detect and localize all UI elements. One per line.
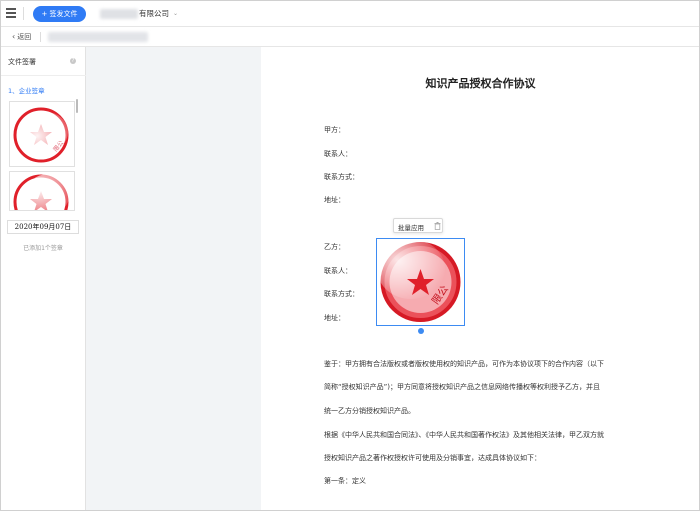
seal-thumbnail[interactable]: 限公: [9, 101, 75, 167]
chevron-left-icon: ‹: [12, 32, 16, 41]
signature-panel: 文件签署 ? 1、企业签章 限公 2020年09月07日 已添加1个签章: [0, 47, 86, 511]
batch-apply-button[interactable]: 批量应用: [398, 222, 424, 232]
section-label-company-seal: 1、企业签章: [8, 87, 45, 95]
placed-seal[interactable]: 限公: [376, 238, 465, 326]
menu-icon[interactable]: [6, 8, 16, 18]
body-paragraph-line: 鉴于：甲方拥有合法版权或者版权使用权的知识产品，可作为本协议项下的合作内容（以下: [324, 360, 604, 368]
scrollbar-thumb[interactable]: [76, 99, 78, 113]
body-paragraph-line: 授权知识产品之著作权授权许可使用及分销事宜，达成具体协议如下：: [324, 454, 541, 462]
body-paragraph-line: 第一条：定义: [324, 477, 366, 485]
document-page: 知识产品授权合作协议 甲方： 联系人： 联系方式： 地址： 乙方： 联系人： 联…: [261, 47, 700, 511]
party-a-contact-method-label: 联系方式：: [324, 173, 359, 181]
divider: [23, 7, 24, 20]
party-b-contact-method-label: 联系方式：: [324, 290, 359, 298]
company-seal-icon: [13, 174, 70, 210]
chevron-down-icon: ⌄: [173, 10, 179, 17]
sub-bar: ‹ 返回: [0, 27, 700, 47]
company-seal-icon: 限公: [377, 239, 461, 322]
document-title: 知识产品授权合作协议: [425, 77, 536, 90]
seal-thumbnail[interactable]: [9, 171, 75, 211]
send-file-button[interactable]: + 签发文件: [33, 6, 86, 22]
party-a-address-label: 地址：: [324, 196, 345, 204]
party-a-label: 甲方：: [324, 126, 345, 134]
top-bar: + 签发文件 有限公司 ⌄: [0, 0, 700, 27]
company-name-redacted: [100, 8, 138, 19]
seal-toolbar: 批量应用: [393, 218, 443, 233]
divider: [0, 75, 86, 76]
trash-icon[interactable]: [434, 222, 441, 230]
back-label: 返回: [17, 33, 32, 41]
seal-resize-handle[interactable]: [418, 328, 424, 334]
body-paragraph-line: 简称“授权知识产品”)；甲方同意将授权知识产品之信息网络传播权等权利授予乙方，并…: [324, 383, 600, 391]
back-button[interactable]: ‹ 返回: [12, 32, 31, 42]
help-icon[interactable]: ?: [70, 58, 76, 64]
party-b-address-label: 地址：: [324, 314, 345, 322]
body-paragraph-line: 统一乙方分销授权知识产品。: [324, 407, 415, 415]
party-b-contact-label: 联系人：: [324, 267, 352, 275]
added-seal-count: 已添加1个签章: [23, 245, 63, 252]
body-paragraph-line: 根据《中华人民共和国合同法》、《中华人民共和国著作权法》及其他相关法律，甲乙双方…: [324, 431, 604, 439]
company-seal-icon: 限公: [13, 107, 69, 163]
document-name-redacted: [48, 32, 148, 42]
party-a-contact-label: 联系人：: [324, 150, 352, 158]
divider: [40, 32, 41, 42]
company-switcher[interactable]: 有限公司 ⌄: [100, 7, 178, 20]
date-stamp[interactable]: 2020年09月07日: [7, 220, 79, 234]
panel-title: 文件签署: [8, 58, 36, 66]
company-name-suffix: 有限公司: [139, 9, 169, 18]
party-b-label: 乙方：: [324, 243, 345, 251]
